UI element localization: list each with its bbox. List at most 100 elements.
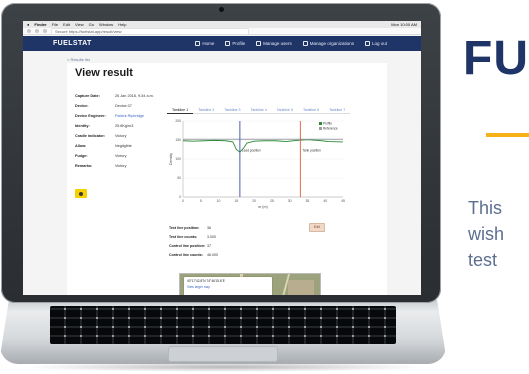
nav-manage-organizations[interactable]: Manage organizations — [302, 41, 354, 46]
detail-label: Remarks: — [75, 164, 93, 168]
density-chart: 0 50 100 150 200 0 5 10 15 20 25 30 35 40 45 m (m) Densi… — [167, 113, 357, 213]
laptop-lid: ● Finder File Edit View Go Window Help M… — [1, 3, 441, 303]
detail-value: Device 07 — [115, 104, 132, 108]
detail-value: Victory — [115, 154, 127, 158]
detail-row: Capture Date: 26 Jan 2018, 9:34 a.m. — [75, 91, 161, 101]
detail-label: Capture Date: — [75, 94, 100, 98]
menu-item-edit[interactable]: Edit — [63, 22, 70, 27]
apple-icon[interactable]: ● — [27, 22, 29, 27]
address-bar[interactable]: Secure https://fuelstat.app/result/view — [51, 27, 249, 35]
nav-manage-users[interactable]: Manage users — [256, 41, 292, 46]
marketing-panel: FUELSTAT This wish test — [462, 0, 529, 374]
map-coordinates: 40°17'42.8"N 74°46'15.6"E — [187, 279, 225, 283]
detail-value: Victory — [115, 164, 127, 168]
legend-swatch — [319, 122, 322, 125]
metric-row: Control line counts: 46.000 — [169, 250, 289, 259]
menu-item-help[interactable]: Help — [118, 22, 126, 27]
nav-profile[interactable]: Profile — [225, 41, 245, 46]
y-tick-label: 150 — [175, 138, 181, 142]
metrics-list: Test line position: 36 Test line counts: 3… — [169, 223, 289, 259]
x-tick-label: 20 — [252, 199, 256, 203]
menu-item-view[interactable]: View — [75, 22, 84, 27]
x-tick-label: 5 — [200, 199, 202, 203]
engineer-link[interactable]: Patrick Ripbridge — [115, 114, 144, 118]
menu-clock: Mon 10:00 AM — [391, 22, 417, 27]
trackpad — [168, 346, 278, 362]
detail-label: Cradle indicator: — [75, 134, 106, 138]
camera-icon — [219, 7, 224, 12]
detail-row: Allow: Negligible — [75, 141, 161, 151]
download-button[interactable] — [75, 189, 87, 198]
detail-label: Allow: — [75, 144, 87, 148]
metric-value: 3.000 — [207, 234, 216, 239]
keyboard — [50, 306, 396, 344]
forward-icon[interactable] — [35, 29, 39, 33]
edit-button[interactable]: Edit — [309, 223, 325, 232]
description-line: test — [468, 250, 498, 270]
detail-label: Device Engineer: — [75, 114, 106, 118]
page-title: View result — [75, 67, 133, 79]
nav-home[interactable]: Home — [195, 41, 214, 46]
screen: ● Finder File Edit View Go Window Help M… — [23, 21, 421, 295]
metric-row: Test line position: 36 — [169, 223, 289, 232]
os-menu-bar: ● Finder File Edit View Go Window Help M… — [23, 21, 421, 28]
home-icon — [195, 41, 201, 46]
y-axis-label: Density — [169, 153, 173, 165]
legend-swatch — [319, 127, 322, 130]
result-details: Capture Date: 26 Jan 2018, 9:34 a.m. Devi… — [75, 91, 161, 171]
location-map[interactable]: 40°17'42.8"N 74°46'15.6"E View larger ma… — [179, 273, 321, 295]
detail-label: Fudge: — [75, 154, 88, 158]
menu-item-window[interactable]: Window — [99, 22, 113, 27]
app-logo[interactable]: FUELSTAT — [53, 40, 92, 47]
menu-app[interactable]: Finder — [34, 22, 46, 27]
x-axis-label: m (m) — [258, 205, 267, 209]
metric-row: Control line position: 37 — [169, 241, 289, 250]
y-tick-label: 200 — [175, 119, 181, 123]
detail-value: Victory — [115, 134, 127, 138]
description: This wish test — [468, 195, 504, 273]
detail-row: Fudge: Victory — [75, 151, 161, 161]
detail-row: Remarks: Victory — [75, 161, 161, 171]
headline: FUELSTAT — [463, 32, 529, 85]
app-navbar: FUELSTAT Home Profile Manage users Manag… — [23, 36, 421, 51]
detail-label: Device: — [75, 104, 89, 108]
map-info-box: 40°17'42.8"N 74°46'15.6"E View larger ma… — [184, 277, 272, 295]
nav-links: Home Profile Manage users Manage organiz… — [195, 41, 387, 46]
metric-label: Control line counts: — [169, 252, 203, 257]
metric-row: Test line counts: 3.000 — [169, 232, 289, 241]
reload-icon[interactable] — [43, 29, 47, 33]
x-tick-label: 10 — [217, 199, 221, 203]
x-tick-label: 45 — [341, 199, 345, 203]
nav-manage-organizations-label: Manage organizations — [309, 41, 354, 46]
back-icon[interactable] — [27, 29, 31, 33]
x-tick-label: 15 — [234, 199, 238, 203]
laptop-mockup: ● Finder File Edit View Go Window Help M… — [0, 0, 529, 374]
nav-profile-label: Profile — [232, 41, 246, 46]
map-block — [288, 280, 314, 295]
detail-row: Cradle indicator: Victory — [75, 131, 161, 141]
download-icon — [79, 191, 83, 196]
detail-row: Identity: 25.8Kg/m3 — [75, 121, 161, 131]
marker-label: Lead position — [242, 148, 261, 152]
nav-manage-users-label: Manage users — [263, 41, 292, 46]
metric-value: 46.000 — [207, 252, 218, 257]
logout-icon — [364, 41, 370, 46]
detail-value: 25.8Kg/m3 — [115, 124, 134, 128]
y-tick-label: 0 — [179, 195, 181, 199]
y-tick-label: 100 — [175, 157, 181, 161]
metric-value: 37 — [207, 243, 211, 248]
legend-label: Reference — [323, 127, 338, 131]
user-icon — [225, 41, 231, 46]
detail-value: Negligible — [115, 144, 132, 148]
nav-logout-label: Log out — [371, 41, 387, 46]
menu-item-file[interactable]: File — [52, 22, 58, 27]
view-larger-map-link[interactable]: View larger map — [187, 285, 269, 289]
metric-value: 36 — [207, 225, 211, 230]
nav-home-label: Home — [202, 41, 215, 46]
nav-logout[interactable]: Log out — [364, 41, 387, 46]
breadcrumb[interactable]: < Results list — [67, 57, 90, 62]
description-line: This — [468, 198, 503, 218]
x-tick-label: 40 — [323, 199, 327, 203]
menu-item-go[interactable]: Go — [89, 22, 94, 27]
metric-label: Test line counts: — [169, 234, 198, 239]
